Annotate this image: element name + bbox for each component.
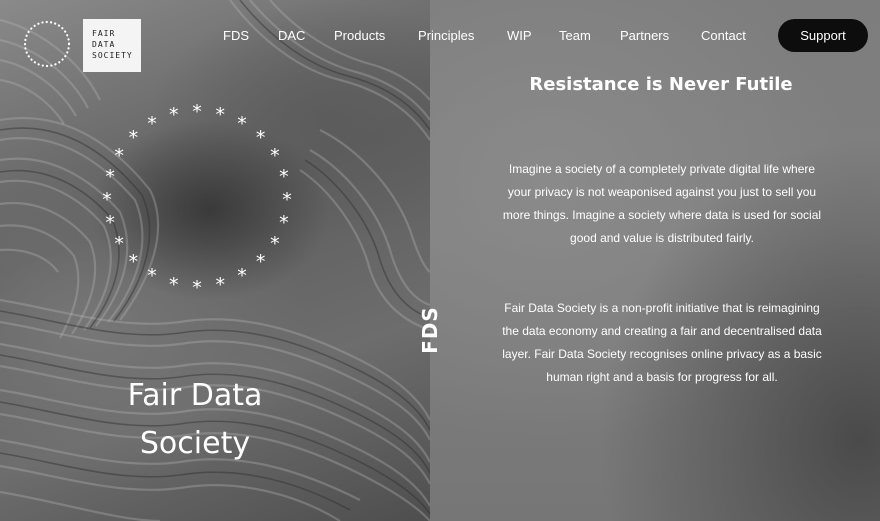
emblem-star: * [216,274,226,296]
emblem-star: * [147,265,157,287]
emblem-star: * [105,166,115,188]
logo-dotted-circle-icon[interactable] [22,19,72,69]
emblem-star: * [114,145,124,167]
hero-title-line-2: Society [139,426,251,461]
emblem-star: * [279,166,289,188]
emblem-star: * [147,113,157,135]
nav-item-team[interactable]: Team [559,28,591,43]
emblem-star: * [282,189,292,211]
logo-line-3: SOCIETY [92,51,133,60]
emblem-star: * [256,127,266,149]
emblem-star: * [270,233,280,255]
emblem-star: * [169,274,179,296]
emblem-star: * [270,145,280,167]
nav-item-principles[interactable]: Principles [418,28,474,43]
hero-title: Fair Data Society [100,372,290,468]
emblem-star: * [237,265,247,287]
nav-item-products[interactable]: Products [334,28,385,43]
logo-line-1: FAIR [92,29,116,38]
emblem-star: * [114,233,124,255]
emblem-star: * [279,212,289,234]
emblem-star: * [169,104,179,126]
emblem-star: * [256,251,266,273]
nav-item-fds[interactable]: FDS [223,28,249,43]
support-button[interactable]: Support [778,19,868,52]
emblem-star: * [105,212,115,234]
emblem-star: * [102,189,112,211]
nav-item-contact[interactable]: Contact [701,28,746,43]
nav-item-wip[interactable]: WIP [507,28,532,43]
emblem-star: * [129,127,139,149]
emblem-star: * [216,104,226,126]
about-paragraph: Fair Data Society is a non-profit initia… [502,301,822,384]
intro-paragraph: Imagine a society of a completely privat… [502,162,822,245]
nav-item-partners[interactable]: Partners [620,28,669,43]
emblem-star: * [192,277,202,299]
nav-item-dac[interactable]: DAC [278,28,305,43]
logo-line-2: DATA [92,40,116,49]
emblem-star: * [192,101,202,123]
logo-wordmark[interactable]: FAIR DATA SOCIETY [83,19,141,72]
vertical-fds-label: FDS [417,306,442,354]
headline: Resistance is Never Futile [529,74,793,95]
emblem-star: * [129,251,139,273]
hero-title-line-1: Fair Data [127,378,263,413]
emblem-star: * [237,113,247,135]
